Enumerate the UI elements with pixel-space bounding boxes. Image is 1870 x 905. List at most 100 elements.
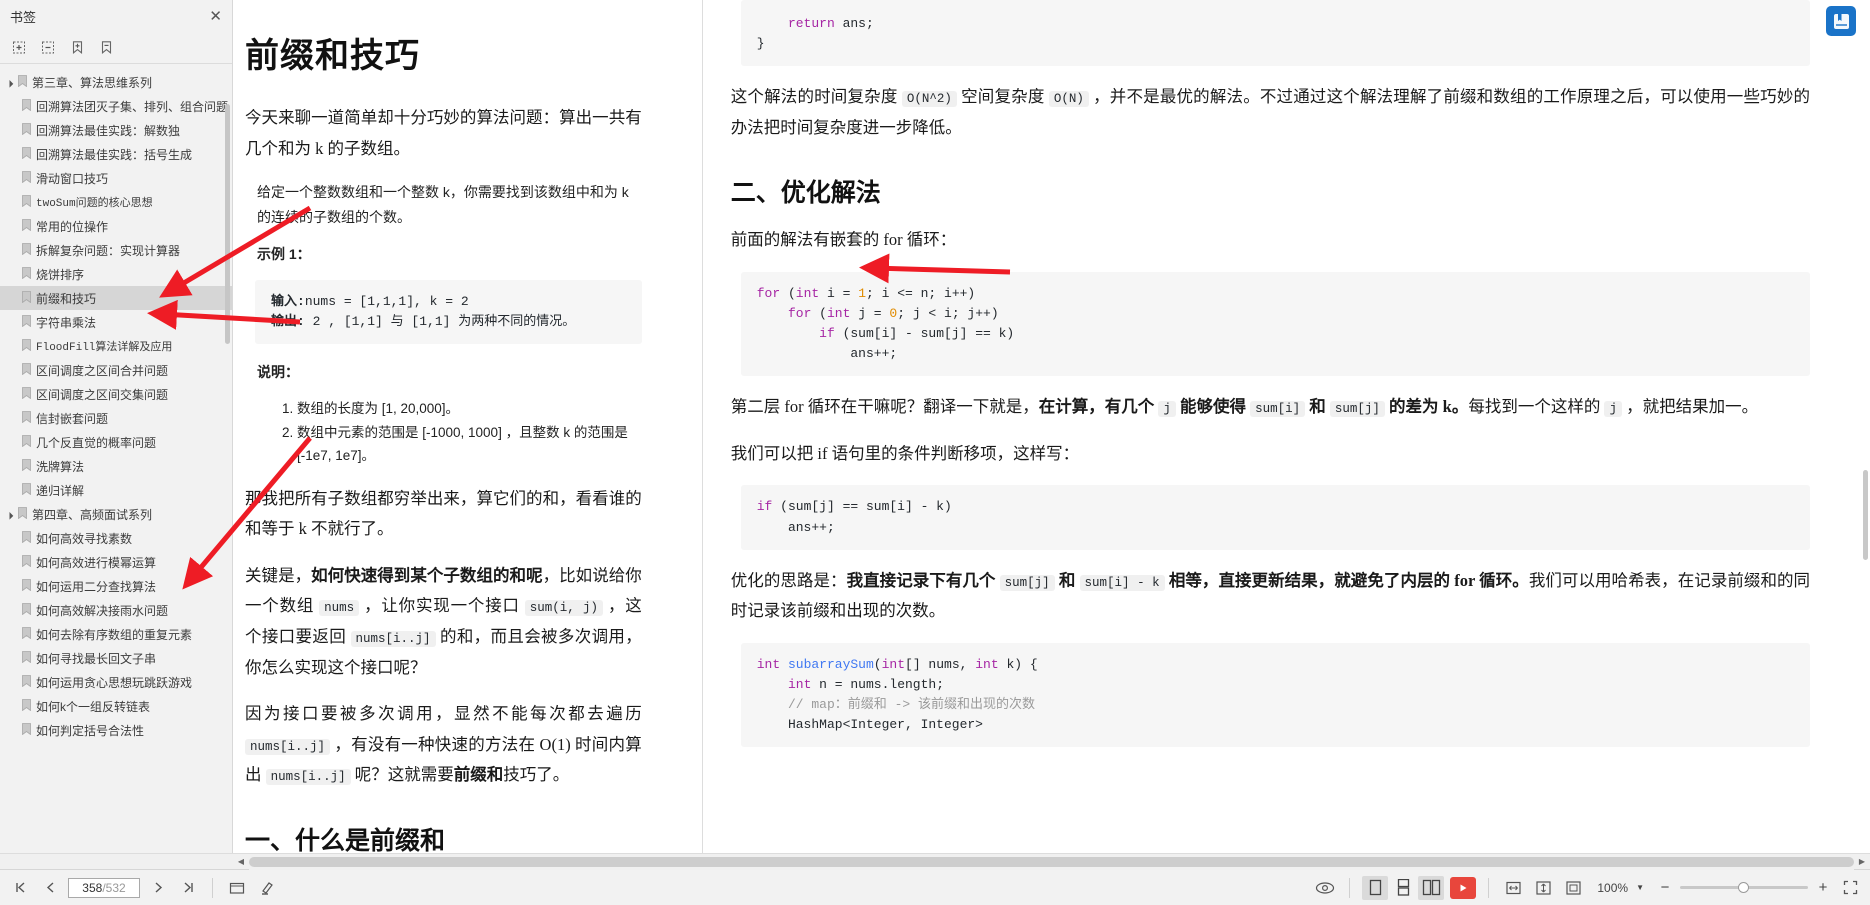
- bookmark-item[interactable]: ◢ 第三章、算法思维系列: [0, 70, 232, 94]
- paragraph: 因为接口要被多次调用，显然不能每次都去遍历 nums[i..j] ，有没有一种快…: [245, 699, 642, 791]
- bookmark-item[interactable]: 回溯算法团灭子集、排列、组合问题: [0, 94, 232, 118]
- bookmark-item[interactable]: 如何去除有序数组的重复元素: [0, 622, 232, 646]
- add-bookmark-icon[interactable]: [70, 40, 85, 55]
- last-page-icon[interactable]: [176, 876, 200, 900]
- bookmark-item[interactable]: 滑动窗口技巧: [0, 166, 232, 190]
- close-icon[interactable]: ✕: [209, 9, 222, 24]
- bookmark-item[interactable]: 回溯算法最佳实践：解数独: [0, 118, 232, 142]
- bookmark-icon: [22, 459, 31, 474]
- page-number-input[interactable]: 358/532: [68, 878, 140, 898]
- bookmark-icon: [22, 627, 31, 642]
- bookmark-label: 信封嵌套问题: [36, 410, 108, 427]
- text-span: ，就把结果加一。: [1622, 397, 1758, 416]
- bookmark-item[interactable]: 拆解复杂问题：实现计算器: [0, 238, 232, 262]
- bookmark-item[interactable]: 递归详解: [0, 478, 232, 502]
- prev-page-icon[interactable]: [38, 876, 62, 900]
- highlight-icon[interactable]: [255, 876, 279, 900]
- snapshot-icon[interactable]: [225, 876, 249, 900]
- bookmark-icon: [22, 147, 31, 162]
- zoom-level-value[interactable]: 100%: [1597, 881, 1628, 895]
- bookmark-item[interactable]: 常用的位操作: [0, 214, 232, 238]
- document-viewer[interactable]: 前缀和技巧 今天来聊一道简单却十分巧妙的算法问题：算出一共有几个和为 k 的子数…: [233, 0, 1870, 853]
- bookmark-item[interactable]: twoSum问题的核心思想: [0, 190, 232, 214]
- paragraph: 这个解法的时间复杂度 O(N^2) 空间复杂度 O(N) ，并不是最优的解法。不…: [731, 82, 1810, 143]
- caret-down-icon[interactable]: ◢: [5, 508, 18, 521]
- reading-mode-icon[interactable]: [1313, 876, 1337, 900]
- zoom-slider-knob[interactable]: [1738, 882, 1749, 893]
- view-mode-group: [1362, 876, 1444, 900]
- text-span: 关键是，: [245, 566, 311, 585]
- code-input-label: 输入:: [271, 294, 305, 309]
- bookmark-item[interactable]: 字符串乘法: [0, 310, 232, 334]
- hscroll-track[interactable]: [249, 854, 1854, 870]
- scroll-left-icon[interactable]: ◀: [233, 854, 249, 870]
- fit-page-icon[interactable]: [1531, 876, 1555, 900]
- bookmark-label: 递归详解: [36, 482, 84, 499]
- expand-all-icon[interactable]: [12, 40, 27, 55]
- single-page-view-icon[interactable]: [1362, 876, 1388, 900]
- page-current: 358: [82, 881, 102, 895]
- bookmark-item[interactable]: 几个反直觉的概率问题: [0, 430, 232, 454]
- text-bold: 相等，直接更新结果，就避免了内层的 for 循环。: [1165, 571, 1529, 590]
- hscroll-thumb[interactable]: [249, 857, 1854, 867]
- bookmark-label: 如何运用贪心思想玩跳跃游戏: [36, 674, 192, 691]
- bookmark-item[interactable]: 区间调度之区间交集问题: [0, 382, 232, 406]
- bookmark-item[interactable]: 如何判定括号合法性: [0, 718, 232, 742]
- bookmark-item[interactable]: 回溯算法最佳实践：括号生成: [0, 142, 232, 166]
- bookmark-icon: [18, 75, 27, 90]
- bookmark-item[interactable]: 信封嵌套问题: [0, 406, 232, 430]
- bookmarks-sidebar: 书签 ✕ ◢第三章、算法思维系列回溯算法团灭子集、排列、组合问题回溯算法最佳: [0, 0, 233, 853]
- bookmark-item[interactable]: 如何高效进行模幂运算: [0, 550, 232, 574]
- bookmark-icon: [22, 483, 31, 498]
- bookmark-tree[interactable]: ◢ 第三章、算法思维系列回溯算法团灭子集、排列、组合问题回溯算法最佳实践：解数独回…: [0, 64, 232, 853]
- minus-icon[interactable]: −: [1656, 879, 1674, 896]
- bookmark-icon: [22, 339, 31, 354]
- bookmark-item[interactable]: 如何寻找最长回文子串: [0, 646, 232, 670]
- continuous-page-view-icon[interactable]: [1390, 876, 1416, 900]
- paragraph: 今天来聊一道简单却十分巧妙的算法问题：算出一共有几个和为 k 的子数组。: [245, 103, 642, 164]
- remove-bookmark-icon[interactable]: [99, 40, 114, 55]
- bookmark-item[interactable]: 如何运用贪心思想玩跳跃游戏: [0, 670, 232, 694]
- fit-width-icon[interactable]: [1501, 876, 1525, 900]
- bookmark-item[interactable]: 前缀和技巧: [0, 286, 232, 310]
- bookmark-item[interactable]: 如何高效解决接雨水问题: [0, 598, 232, 622]
- bookmark-label: 区间调度之区间交集问题: [36, 386, 168, 403]
- next-page-icon[interactable]: [146, 876, 170, 900]
- bookmark-badge-icon[interactable]: [1826, 6, 1856, 36]
- collapse-all-icon[interactable]: [41, 40, 56, 55]
- bookmark-item[interactable]: FloodFill算法详解及应用: [0, 334, 232, 358]
- presentation-play-icon[interactable]: [1450, 877, 1476, 899]
- bookmark-item[interactable]: 洗牌算法: [0, 454, 232, 478]
- zoom-slider[interactable]: [1680, 886, 1808, 889]
- bookmark-item[interactable]: 区间调度之区间合并问题: [0, 358, 232, 382]
- fullscreen-icon[interactable]: [1838, 876, 1862, 900]
- scroll-right-icon[interactable]: ▶: [1854, 854, 1870, 870]
- paragraph: 前面的解法有嵌套的 for 循环：: [731, 225, 1810, 256]
- bookmark-label: 第三章、算法思维系列: [32, 74, 152, 91]
- bookmark-item[interactable]: 如何运用二分查找算法: [0, 574, 232, 598]
- bookmark-item[interactable]: ◢第四章、高频面试系列: [0, 502, 232, 526]
- facing-page-view-icon[interactable]: [1418, 876, 1444, 900]
- bookmark-label: FloodFill算法详解及应用: [36, 338, 172, 354]
- bookmark-icon: [22, 267, 31, 282]
- code-block-return: return ans; }: [741, 0, 1810, 66]
- text-span: 第二层 for 循环在干嘛呢？翻译一下就是，: [731, 397, 1039, 416]
- caret-down-icon[interactable]: ◢: [5, 76, 18, 89]
- bookmark-item[interactable]: 如何高效寻找素数: [0, 526, 232, 550]
- text-bold: 能够使得: [1176, 397, 1250, 416]
- viewer-scrollbar-thumb[interactable]: [1863, 470, 1868, 560]
- sidebar-scrollbar-thumb[interactable]: [225, 104, 230, 344]
- page-title: 前缀和技巧: [245, 28, 642, 77]
- first-page-icon[interactable]: [8, 876, 32, 900]
- text-span: 优化的思路是：: [731, 571, 847, 590]
- bookmark-icon: [18, 507, 27, 522]
- bookmark-label: 洗牌算法: [36, 458, 84, 475]
- bookmark-item[interactable]: 如何k个一组反转链表: [0, 694, 232, 718]
- bookmark-label: twoSum问题的核心思想: [36, 194, 153, 210]
- horizontal-scrollbar[interactable]: ◀ ▶: [0, 853, 1870, 869]
- inline-code: nums: [319, 600, 359, 616]
- bookmark-item[interactable]: 烧饼排序: [0, 262, 232, 286]
- fit-visible-icon[interactable]: [1561, 876, 1585, 900]
- chevron-down-icon[interactable]: ▼: [1636, 883, 1644, 892]
- plus-icon[interactable]: +: [1814, 879, 1832, 896]
